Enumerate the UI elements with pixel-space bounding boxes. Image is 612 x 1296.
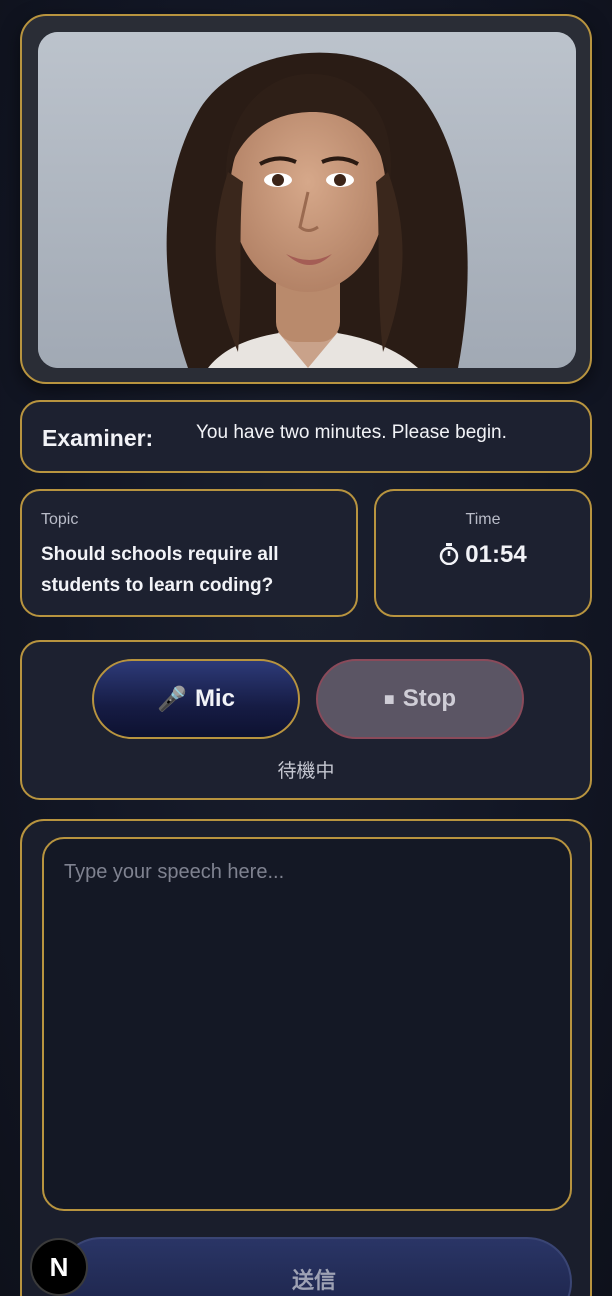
timer-card: Time 01:54 bbox=[374, 489, 592, 617]
send-button[interactable]: 送信 bbox=[56, 1237, 572, 1296]
n-badge-icon[interactable]: N bbox=[30, 1238, 88, 1296]
stop-button-label: Stop bbox=[402, 685, 457, 712]
examiner-message-card: Examiner: You have two minutes. Please b… bbox=[20, 400, 592, 473]
speech-input-card: 送信 bbox=[20, 819, 592, 1296]
examiner-avatar-image bbox=[38, 32, 576, 368]
examiner-label: Examiner: bbox=[42, 425, 154, 451]
mic-button[interactable]: 🎤 Mic bbox=[92, 659, 300, 739]
examiner-portrait bbox=[38, 32, 576, 368]
recording-controls-card: 🎤 Mic ■ Stop 待機中 bbox=[20, 640, 592, 800]
stopwatch-icon bbox=[440, 543, 459, 565]
examiner-video-card bbox=[20, 14, 592, 384]
examiner-message: You have two minutes. Please begin. bbox=[196, 422, 507, 443]
timer-display: 01:54 bbox=[376, 541, 590, 569]
topic-card: Topic Should schools require all student… bbox=[20, 489, 358, 617]
topic-label: Topic bbox=[41, 511, 79, 528]
timer-value: 01:54 bbox=[465, 541, 527, 568]
microphone-icon: 🎤 bbox=[157, 685, 187, 713]
stop-button[interactable]: ■ Stop bbox=[316, 659, 524, 739]
topic-text: Should schools require all students to l… bbox=[41, 544, 279, 596]
timer-label: Time bbox=[465, 511, 501, 528]
speaking-test-page: Examiner: You have two minutes. Please b… bbox=[0, 0, 612, 1296]
stop-icon: ■ bbox=[383, 688, 395, 709]
recording-status: 待機中 bbox=[277, 761, 335, 782]
speech-input[interactable] bbox=[42, 837, 572, 1211]
mic-button-label: Mic bbox=[194, 685, 235, 712]
